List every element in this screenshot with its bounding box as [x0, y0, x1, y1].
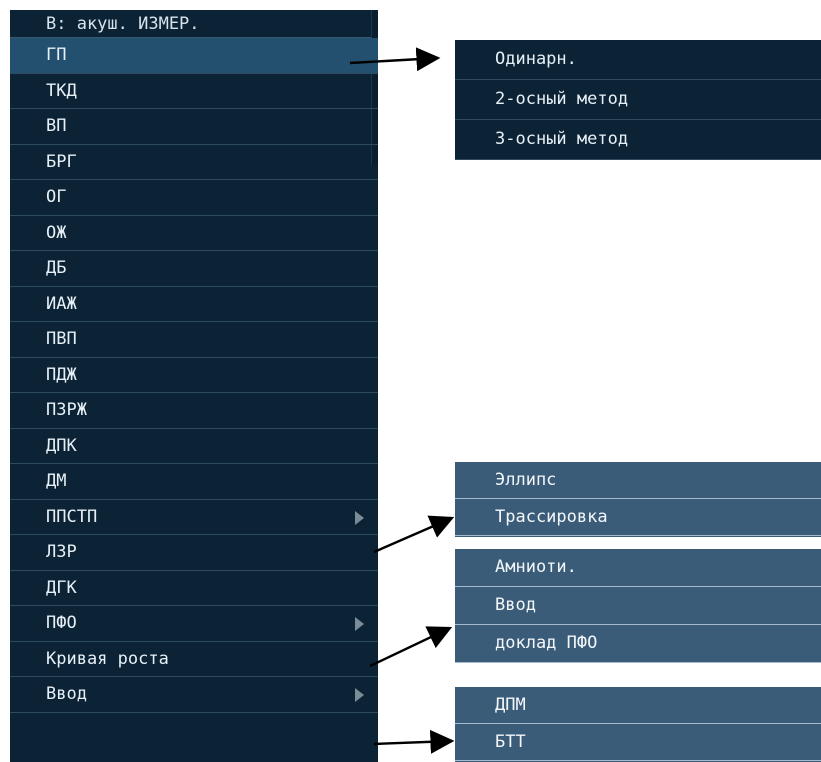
submenu-item-dpm[interactable]: ДПМ — [455, 687, 821, 724]
menu-item-label: ППСТП — [46, 506, 98, 527]
menu-item-pzrzh[interactable]: ПЗРЖ — [10, 393, 378, 429]
menu-item-label: ДБ — [46, 258, 67, 278]
submenu-item-trace[interactable]: Трассировка — [455, 499, 821, 536]
submenu-item-input[interactable]: Ввод — [455, 587, 821, 625]
callout-arrow-pfo — [369, 626, 453, 668]
menu-item-dm[interactable]: ДМ — [10, 464, 378, 500]
menu-item-label: Кривая роста — [46, 648, 169, 669]
callout-arrow-ppstp — [373, 515, 455, 554]
menu-item-label: ВП — [46, 116, 67, 136]
menu-item-dgk[interactable]: ДГК — [10, 571, 378, 606]
menu-item-label: ГП — [46, 45, 67, 65]
menu-item-tkd[interactable]: ТКД — [10, 74, 378, 109]
menu-header: В: акуш. ИЗМЕР. — [10, 10, 378, 38]
menu-item-label: ДГК — [46, 577, 77, 598]
menu-item-vvod[interactable]: Ввод — [10, 677, 378, 713]
submenu-item-amnioti[interactable]: Амниоти. — [455, 549, 821, 587]
submenu-arrow-icon — [355, 510, 364, 525]
callout-arrow-vvod — [373, 729, 455, 754]
submenu-item-btt[interactable]: БТТ — [455, 724, 821, 761]
menu-item-label: ДМ — [46, 471, 67, 491]
menu-item-label: ТКД — [46, 80, 77, 101]
menu-item-lzr[interactable]: ЛЗР — [10, 535, 378, 571]
submenu-item-3axis[interactable]: 3-осный метод — [455, 120, 821, 160]
menu-item-pfo[interactable]: ПФО — [10, 606, 378, 642]
submenu-pfo: Амниоти. Ввод доклад ПФО — [455, 549, 821, 663]
submenu-item-ellipse[interactable]: Эллипс — [455, 462, 821, 499]
menu-item-dpk[interactable]: ДПК — [10, 429, 378, 464]
menu-item-vp[interactable]: ВП — [10, 109, 378, 145]
menu-item-ozh[interactable]: ОЖ — [10, 216, 378, 251]
menu-item-db[interactable]: ДБ — [10, 251, 378, 287]
menu-item-gp[interactable]: ГП — [10, 38, 378, 74]
menu-item-label: ПВП — [46, 329, 77, 349]
menu-item-label: ОГ — [46, 187, 67, 207]
submenu-item-single[interactable]: Одинарн. — [455, 40, 821, 80]
menu-item-label: ПФО — [46, 613, 77, 633]
submenu-arrow-icon — [355, 688, 364, 702]
menu-item-label: БРГ — [46, 151, 77, 172]
submenu-ppstp: Эллипс Трассировка — [455, 462, 821, 537]
submenu-item-report-pfo[interactable]: доклад ПФО — [455, 625, 821, 663]
menu-item-label: ПЗРЖ — [46, 400, 87, 420]
main-menu: В: акуш. ИЗМЕР. ГП ТКД ВП БРГ ОГ ОЖ ДБ И… — [10, 10, 378, 762]
menu-item-label: ПДЖ — [46, 364, 77, 385]
menu-item-ppstp[interactable]: ППСТП — [10, 500, 378, 535]
menu-item-label: ДПК — [46, 435, 77, 456]
submenu-item-2axis[interactable]: 2-осный метод — [455, 80, 821, 120]
menu-item-label: Ввод — [46, 684, 87, 704]
submenu-gp: Одинарн. 2-осный метод 3-осный метод — [455, 40, 821, 160]
menu-item-growth-curve[interactable]: Кривая роста — [10, 642, 378, 677]
submenu-vvod: ДПМ БТТ — [455, 687, 821, 762]
menu-item-iazh[interactable]: ИАЖ — [10, 287, 378, 322]
menu-item-label: ОЖ — [46, 222, 67, 243]
submenu-arrow-icon — [355, 617, 364, 631]
menu-item-label: ИАЖ — [46, 293, 77, 314]
menu-item-pdzh[interactable]: ПДЖ — [10, 358, 378, 393]
menu-item-label: ЛЗР — [46, 542, 77, 562]
menu-item-brg[interactable]: БРГ — [10, 145, 378, 180]
menu-item-og[interactable]: ОГ — [10, 180, 378, 216]
menu-item-pvp[interactable]: ПВП — [10, 322, 378, 358]
